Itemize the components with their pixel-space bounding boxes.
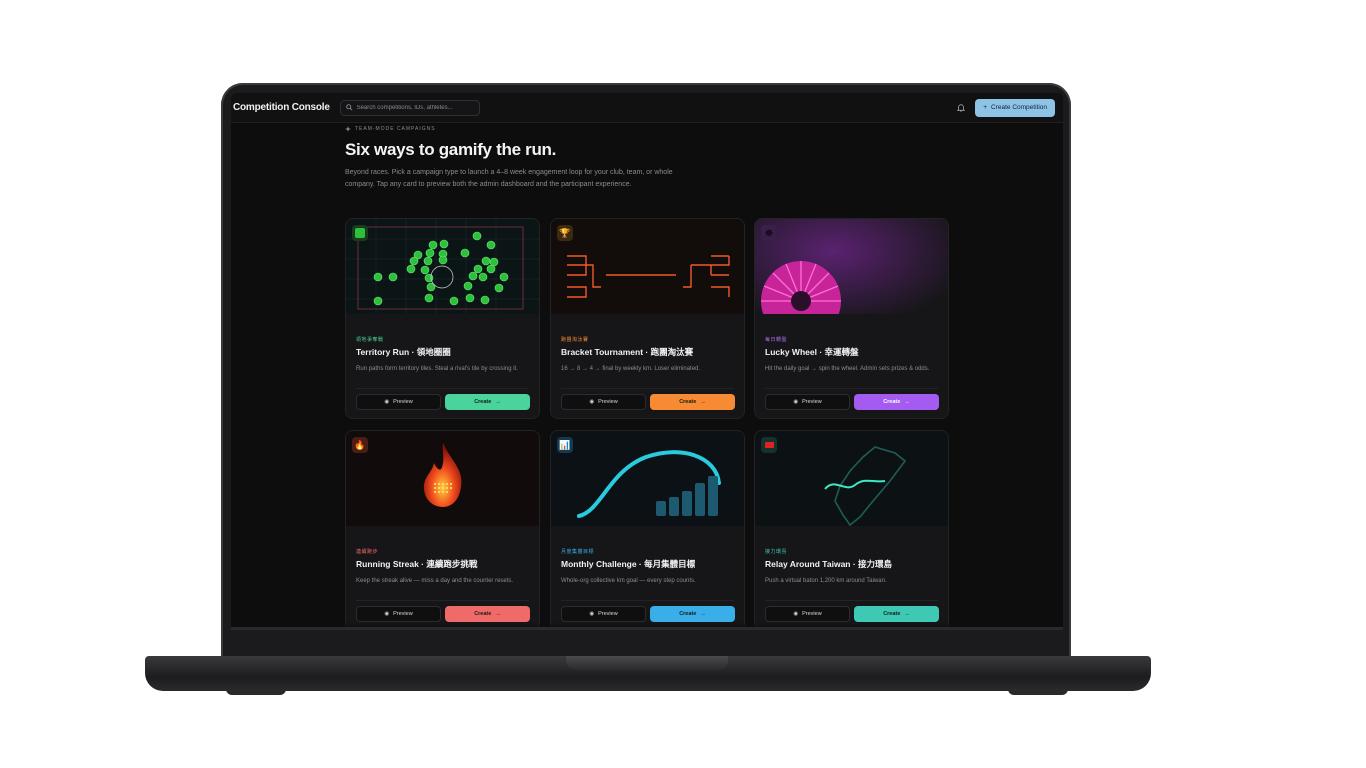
preview-label: Preview — [802, 611, 822, 617]
campaign-card-running-streak[interactable]: 🔥 連續跑步 Running Streak · 連續跑步挑戰 Keep the … — [345, 430, 540, 630]
page-description: Beyond races. Pick a campaign type to la… — [345, 169, 673, 188]
card-description: Push a virtual baton 1,200 km around Tai… — [765, 578, 887, 584]
card-tag: 領地爭奪戰 — [356, 337, 384, 343]
create-label: Create — [474, 399, 492, 405]
preview-label: Preview — [393, 611, 413, 617]
search-icon — [346, 104, 353, 111]
search-input[interactable] — [356, 104, 474, 111]
create-button[interactable]: Create → — [650, 606, 735, 622]
eye-icon: ◉ — [589, 399, 595, 405]
screen-bottom-bezel — [231, 627, 1063, 630]
card-title: Lucky Wheel · 幸運轉盤 — [765, 347, 859, 357]
card-description: Hit the daily goal → spin the wheel. Adm… — [765, 366, 930, 372]
preview-label: Preview — [598, 399, 618, 405]
preview-button[interactable]: ◉ Preview — [356, 606, 441, 622]
wheel-illustration — [755, 219, 948, 327]
card-tag: 接力環島 — [765, 549, 788, 555]
card-title: Territory Run · 領地圈圈 — [356, 347, 451, 357]
arrow-right-icon: → — [495, 611, 501, 617]
eye-icon: ◉ — [589, 611, 595, 617]
card-title: Relay Around Taiwan · 接力環島 — [765, 559, 893, 569]
screen: Competition Console + Create Competition… — [231, 93, 1063, 630]
arrow-right-icon: → — [495, 399, 501, 405]
eye-icon: ◉ — [384, 611, 390, 617]
arrow-right-icon: → — [700, 611, 706, 617]
chart-icon: 📊 — [557, 437, 573, 453]
campaign-card-territory[interactable]: 領地爭奪戰 Territory Run · 領地圈圈 Run paths for… — [345, 218, 540, 419]
create-label: Create — [679, 611, 697, 617]
create-button[interactable]: Create → — [445, 394, 530, 410]
preview-button[interactable]: ◉ Preview — [561, 606, 646, 622]
laptop-notch — [566, 656, 728, 670]
top-bar: Competition Console + Create Competition — [231, 93, 1063, 123]
card-description: Run paths form territory tiles. Steal a … — [356, 366, 518, 372]
app-title: Competition Console — [233, 102, 330, 113]
intro-section: TEAM-MODE CAMPAIGNS Six ways to gamify t… — [345, 126, 949, 191]
card-description: Whole-org collective km goal — every ste… — [561, 578, 696, 584]
challenge-illustration — [551, 431, 744, 539]
create-label: Create — [883, 611, 901, 617]
create-label: Create — [883, 399, 901, 405]
create-label: Create — [679, 399, 697, 405]
taiwan-flag-icon — [761, 437, 777, 453]
create-button[interactable]: Create → — [854, 606, 939, 622]
card-divider — [765, 600, 938, 601]
create-competition-button[interactable]: + Create Competition — [975, 98, 1055, 117]
campaign-card-monthly-challenge[interactable]: 📊 月度集體目標 Monthly Challenge · 每月集體目標 Whol… — [550, 430, 745, 630]
card-title: Bracket Tournament · 跑團淘汰賽 — [561, 347, 694, 357]
laptop-foot-left — [226, 689, 286, 695]
preview-button[interactable]: ◉ Preview — [765, 394, 850, 410]
eye-icon: ◉ — [793, 399, 799, 405]
eyebrow: TEAM-MODE CAMPAIGNS — [345, 126, 949, 132]
plus-icon: + — [983, 104, 987, 111]
card-title: Running Streak · 連續跑步挑戰 — [356, 559, 478, 569]
card-tag: 月度集體目標 — [561, 549, 595, 555]
campaign-card-bracket[interactable]: 🏆 跑團淘汰賽 Bracket Tournament · 跑團淘汰賽 16 → … — [550, 218, 745, 419]
card-divider — [356, 600, 529, 601]
preview-label: Preview — [393, 399, 413, 405]
laptop-foot-right — [1008, 689, 1068, 695]
eye-icon: ◉ — [384, 399, 390, 405]
card-description: 16 → 8 → 4 → final by weekly km. Loser e… — [561, 366, 701, 372]
card-tag: 每日轉盤 — [765, 337, 788, 343]
sparkle-icon — [345, 126, 351, 132]
card-divider — [561, 388, 734, 389]
card-title: Monthly Challenge · 每月集體目標 — [561, 559, 696, 569]
wheel-icon: ☸ — [761, 225, 777, 241]
arrow-right-icon: → — [700, 399, 706, 405]
fire-illustration — [346, 431, 539, 539]
campaign-card-relay-taiwan[interactable]: 接力環島 Relay Around Taiwan · 接力環島 Push a v… — [754, 430, 949, 630]
card-divider — [356, 388, 529, 389]
campaign-card-lucky-wheel[interactable]: ☸ 每日轉盤 Lucky Wheel · 幸運轉盤 Hit the daily … — [754, 218, 949, 419]
preview-button[interactable]: ◉ Preview — [765, 606, 850, 622]
search-box[interactable] — [339, 99, 480, 116]
card-description: Keep the streak alive — miss a day and t… — [356, 578, 514, 584]
bell-icon[interactable] — [955, 102, 967, 114]
bracket-illustration — [551, 219, 744, 327]
preview-label: Preview — [598, 611, 618, 617]
arrow-right-icon: → — [904, 399, 910, 405]
create-button[interactable]: Create → — [445, 606, 530, 622]
card-divider — [765, 388, 938, 389]
page-title: Six ways to gamify the run. — [345, 140, 557, 159]
preview-button[interactable]: ◉ Preview — [356, 394, 441, 410]
trophy-icon: 🏆 — [557, 225, 573, 241]
card-divider — [561, 600, 734, 601]
create-label: Create — [474, 611, 492, 617]
card-tag: 連續跑步 — [356, 549, 379, 555]
preview-label: Preview — [802, 399, 822, 405]
grid-icon — [352, 225, 368, 241]
create-button[interactable]: Create → — [854, 394, 939, 410]
taiwan-illustration — [755, 431, 948, 539]
create-button[interactable]: Create → — [650, 394, 735, 410]
preview-button[interactable]: ◉ Preview — [561, 394, 646, 410]
eye-icon: ◉ — [793, 611, 799, 617]
card-tag: 跑團淘汰賽 — [561, 337, 589, 343]
fire-icon: 🔥 — [352, 437, 368, 453]
eyebrow-text: TEAM-MODE CAMPAIGNS — [355, 126, 436, 132]
arrow-right-icon: → — [904, 611, 910, 617]
create-competition-label: Create Competition — [991, 104, 1047, 111]
territory-illustration — [346, 219, 539, 327]
